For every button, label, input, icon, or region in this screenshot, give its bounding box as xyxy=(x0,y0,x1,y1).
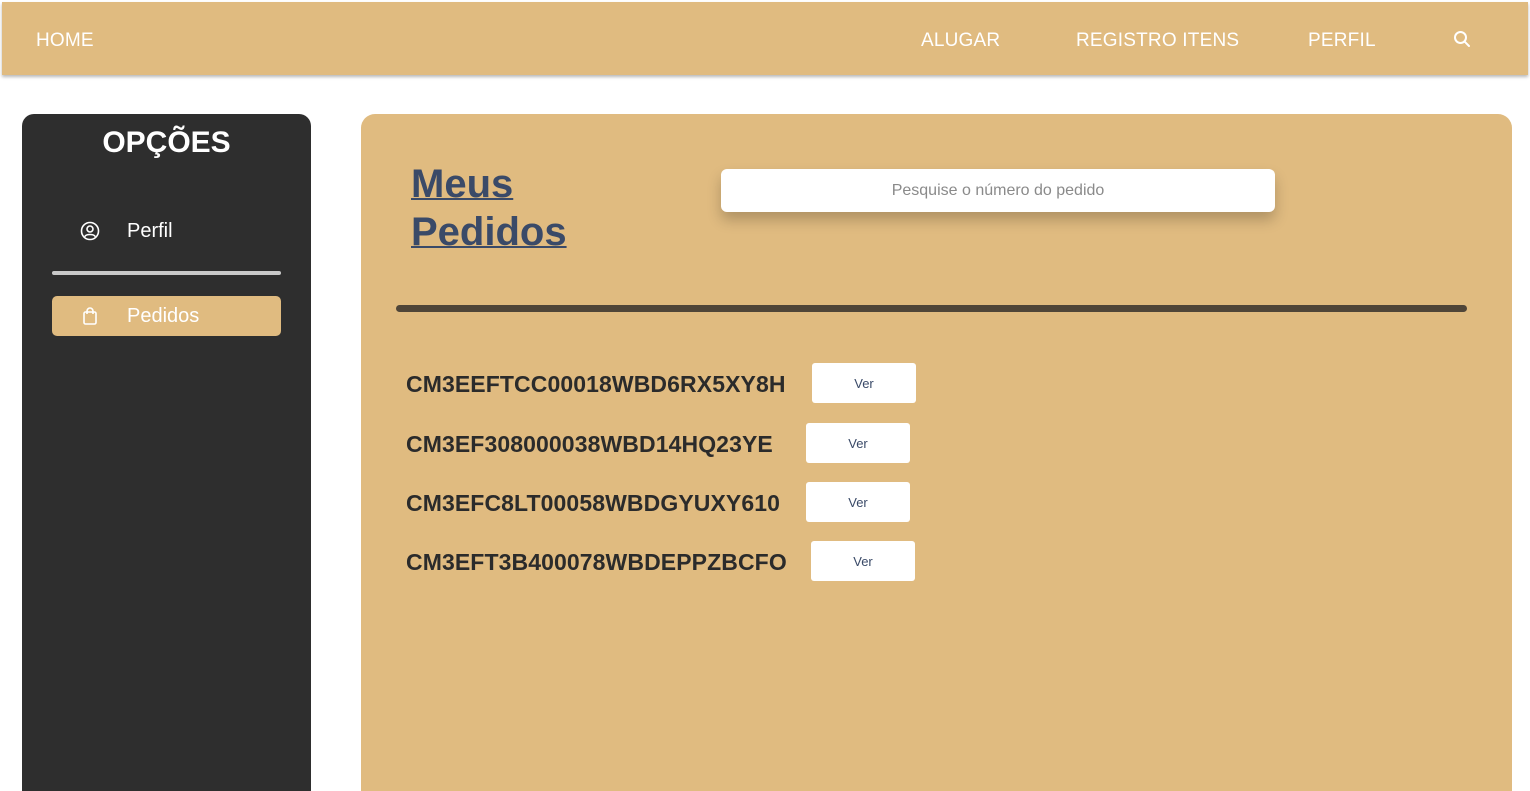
view-order-button[interactable]: Ver xyxy=(806,482,910,522)
nav-registro-itens-link[interactable]: REGISTRO ITENS xyxy=(1076,30,1239,52)
order-id: CM3EFC8LT00058WBDGYUXY610 xyxy=(406,490,781,516)
view-order-button[interactable]: Ver xyxy=(812,363,916,403)
user-circle-icon xyxy=(80,221,100,241)
nav-alugar-link[interactable]: ALUGAR xyxy=(921,30,1000,52)
shopping-bag-icon xyxy=(80,306,100,326)
sidebar-divider xyxy=(52,271,281,275)
nav-perfil-link[interactable]: PERFIL xyxy=(1308,30,1376,52)
sidebar-item-label: Perfil xyxy=(127,220,173,242)
page-title: Meus Pedidos xyxy=(411,162,567,254)
section-divider xyxy=(396,305,1467,312)
sidebar-item-label: Pedidos xyxy=(127,305,200,327)
orders-panel: Meus Pedidos CM3EEFTCC00018WBD6RX5XY8H V… xyxy=(361,114,1512,791)
top-navbar: HOME ALUGAR REGISTRO ITENS PERFIL xyxy=(2,2,1528,75)
search-icon[interactable] xyxy=(1453,30,1471,48)
view-order-button[interactable]: Ver xyxy=(806,423,910,463)
nav-home-link[interactable]: HOME xyxy=(36,30,94,52)
sidebar-item-perfil[interactable]: Perfil xyxy=(52,211,281,251)
order-id: CM3EF308000038WBD14HQ23YE xyxy=(406,431,773,457)
sidebar-item-pedidos[interactable]: Pedidos xyxy=(52,296,281,336)
sidebar: OPÇÕES Perfil Pedidos xyxy=(22,114,311,791)
view-order-button[interactable]: Ver xyxy=(811,541,915,581)
order-id: CM3EFT3B400078WBDEPPZBCFO xyxy=(406,549,787,575)
order-search-input[interactable] xyxy=(721,169,1275,212)
sidebar-title: OPÇÕES xyxy=(102,126,231,159)
order-id: CM3EEFTCC00018WBD6RX5XY8H xyxy=(406,371,786,397)
